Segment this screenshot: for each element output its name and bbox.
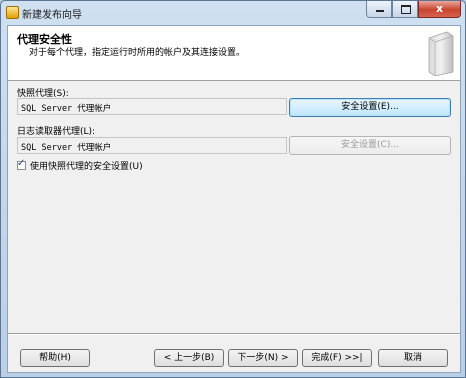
minimize-icon bbox=[376, 10, 384, 12]
checkmark-icon: ✓ bbox=[17, 158, 26, 169]
cancel-button[interactable]: 取消 bbox=[378, 349, 448, 367]
log-reader-security-settings-button[interactable]: 安全设置(C)... bbox=[289, 136, 451, 155]
back-button[interactable]: < 上一步(B) bbox=[154, 349, 224, 367]
close-icon: x bbox=[435, 2, 444, 15]
use-snapshot-security-option[interactable]: ✓ 使用快照代理的安全设置(U) bbox=[17, 158, 143, 172]
close-button[interactable]: x bbox=[418, 1, 461, 18]
minimize-button[interactable] bbox=[366, 1, 392, 18]
finish-button[interactable]: 完成(F) >>| bbox=[302, 349, 372, 367]
footer-divider bbox=[8, 333, 460, 335]
maximize-button[interactable] bbox=[392, 1, 418, 18]
title-bar[interactable]: 新建发布向导 x bbox=[1, 1, 465, 25]
server-graphic-icon bbox=[428, 31, 454, 76]
page-description: 对于每个代理，指定运行时所用的帐户及其连接设置。 bbox=[29, 48, 246, 58]
wizard-body: 代理安全性 对于每个代理，指定运行时所用的帐户及其连接设置。 快照代理(S): … bbox=[7, 25, 461, 373]
log-reader-agent-account: SQL Server 代理帐户 bbox=[17, 137, 287, 154]
window-title: 新建发布向导 bbox=[22, 10, 82, 21]
use-snapshot-security-label: 使用快照代理的安全设置(U) bbox=[30, 162, 143, 172]
help-button[interactable]: 帮助(H) bbox=[20, 349, 90, 367]
use-snapshot-security-checkbox[interactable]: ✓ bbox=[17, 158, 26, 170]
app-icon bbox=[6, 6, 19, 19]
snapshot-agent-account: SQL Server 代理帐户 bbox=[17, 98, 287, 115]
maximize-icon bbox=[401, 5, 411, 14]
log-reader-agent-label: 日志读取器代理(L): bbox=[17, 127, 96, 137]
window-controls: x bbox=[366, 1, 461, 19]
next-button[interactable]: 下一步(N) > bbox=[228, 349, 298, 367]
wizard-header: 代理安全性 对于每个代理，指定运行时所用的帐户及其连接设置。 bbox=[8, 26, 460, 81]
snapshot-security-settings-button[interactable]: 安全设置(E)... bbox=[289, 98, 451, 117]
wizard-window: 新建发布向导 x 代理安全性 对于每个代理，指定运行时所用的帐户及其连接设置。 bbox=[0, 0, 466, 378]
